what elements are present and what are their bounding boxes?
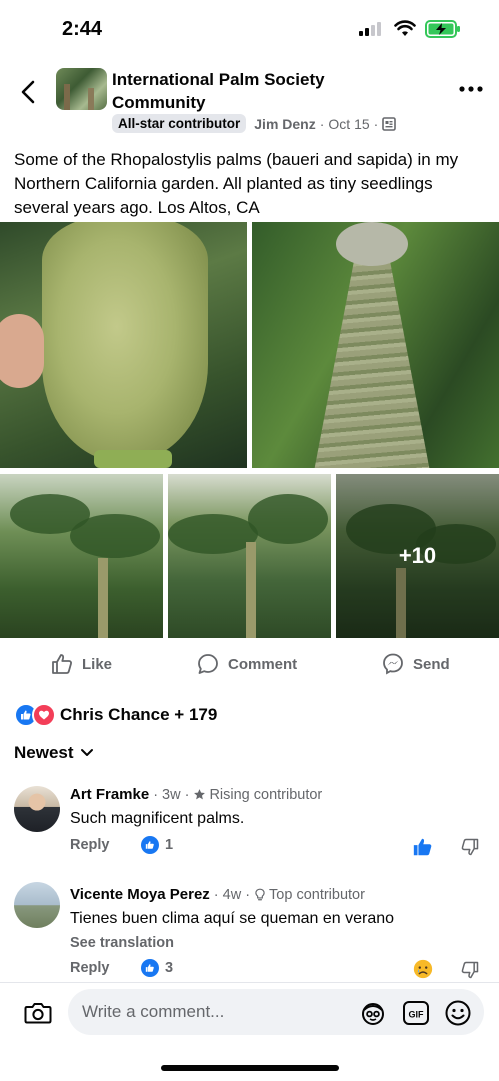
comment-author[interactable]: Vicente Moya Perez [70, 886, 210, 903]
photo-4[interactable] [168, 474, 331, 638]
status-bar: 2:44 [0, 0, 499, 58]
comment-meta: Art Framke · 3w · Rising contributor [70, 786, 323, 803]
comment-sort-dropdown[interactable]: Newest [14, 743, 94, 763]
post-date[interactable]: Oct 15 [328, 116, 369, 132]
post-author[interactable]: Jim Denz [254, 116, 315, 132]
comment-reaction-count[interactable]: 1 [141, 836, 173, 854]
battery-charging-icon [425, 20, 460, 38]
emoji-icon[interactable] [444, 999, 472, 1027]
like-reaction-icon [141, 959, 159, 977]
star-icon [194, 789, 206, 800]
dislike-icon[interactable] [460, 837, 480, 857]
wifi-icon [394, 20, 416, 36]
comment-text: Tienes buen clima aquí se queman en vera… [70, 910, 395, 927]
see-translation-link[interactable]: See translation [70, 935, 174, 951]
more-photos-overlay[interactable]: +10 [336, 474, 499, 638]
cellular-signal-icon [359, 22, 381, 36]
lightbulb-icon [255, 888, 265, 900]
avatar-sticker-icon[interactable] [359, 999, 387, 1027]
sad-reaction-icon[interactable] [412, 958, 434, 980]
comment-text: Such magnificent palms. [70, 810, 245, 827]
group-avatar[interactable] [56, 68, 107, 110]
comment-reaction-count[interactable]: 3 [141, 959, 173, 977]
comment-time: 4w [222, 886, 242, 903]
dislike-icon[interactable] [460, 960, 480, 980]
like-reaction-icon [141, 836, 159, 854]
comment-time: 3w [162, 786, 181, 803]
comment-placeholder: Write a comment... [82, 1002, 225, 1021]
photo-3[interactable] [0, 474, 163, 638]
avatar[interactable] [14, 786, 60, 832]
reaction-count: Chris Chance + 179 [60, 705, 218, 724]
back-icon[interactable] [16, 78, 42, 106]
messenger-icon [383, 653, 403, 675]
home-indicator [161, 1065, 339, 1071]
love-reaction-icon [32, 703, 56, 727]
more-icon[interactable] [458, 84, 484, 94]
post-meta: All-star contributor Jim Denz · Oct 15 · [112, 114, 397, 133]
post-caption: Some of the Rhopalostylis palms (baueri … [14, 150, 459, 217]
camera-icon[interactable] [24, 1000, 52, 1026]
commenter-badge: Top contributor [269, 886, 365, 903]
like-button[interactable]: Like [50, 652, 112, 676]
avatar[interactable] [14, 882, 60, 928]
chevron-down-icon [80, 749, 93, 756]
gif-icon[interactable]: GIF [402, 999, 430, 1027]
post-header: International Palm Society Community All… [0, 62, 499, 142]
photo-2[interactable] [252, 222, 499, 468]
svg-text:GIF: GIF [409, 1010, 425, 1020]
commenter-badge: Rising contributor [209, 786, 323, 803]
reaction-summary[interactable]: Chris Chance + 179 [14, 703, 217, 727]
status-time: 2:44 [62, 18, 103, 40]
comment-author[interactable]: Art Framke [70, 786, 149, 803]
contributor-badge: All-star contributor [112, 114, 247, 133]
reply-button[interactable]: Reply [70, 837, 110, 853]
like-icon [52, 654, 72, 674]
liked-thumb-icon[interactable] [412, 836, 434, 858]
comment-composer: Write a comment... GIF [0, 982, 499, 1081]
reply-button[interactable]: Reply [70, 960, 110, 976]
photo-1[interactable] [0, 222, 247, 468]
comment-icon [198, 654, 218, 674]
post-actions: Like Comment Send [0, 646, 499, 682]
comment-input[interactable]: Write a comment... GIF [68, 989, 484, 1035]
photo-5[interactable]: +10 [336, 474, 499, 638]
photo-grid: +10 [0, 222, 499, 638]
group-audience-icon [382, 116, 397, 131]
group-name[interactable]: International Palm Society Community [112, 68, 392, 114]
comment-meta: Vicente Moya Perez · 4w · Top contributo… [70, 886, 365, 903]
send-button[interactable]: Send [381, 652, 450, 676]
comment-button[interactable]: Comment [196, 652, 297, 676]
